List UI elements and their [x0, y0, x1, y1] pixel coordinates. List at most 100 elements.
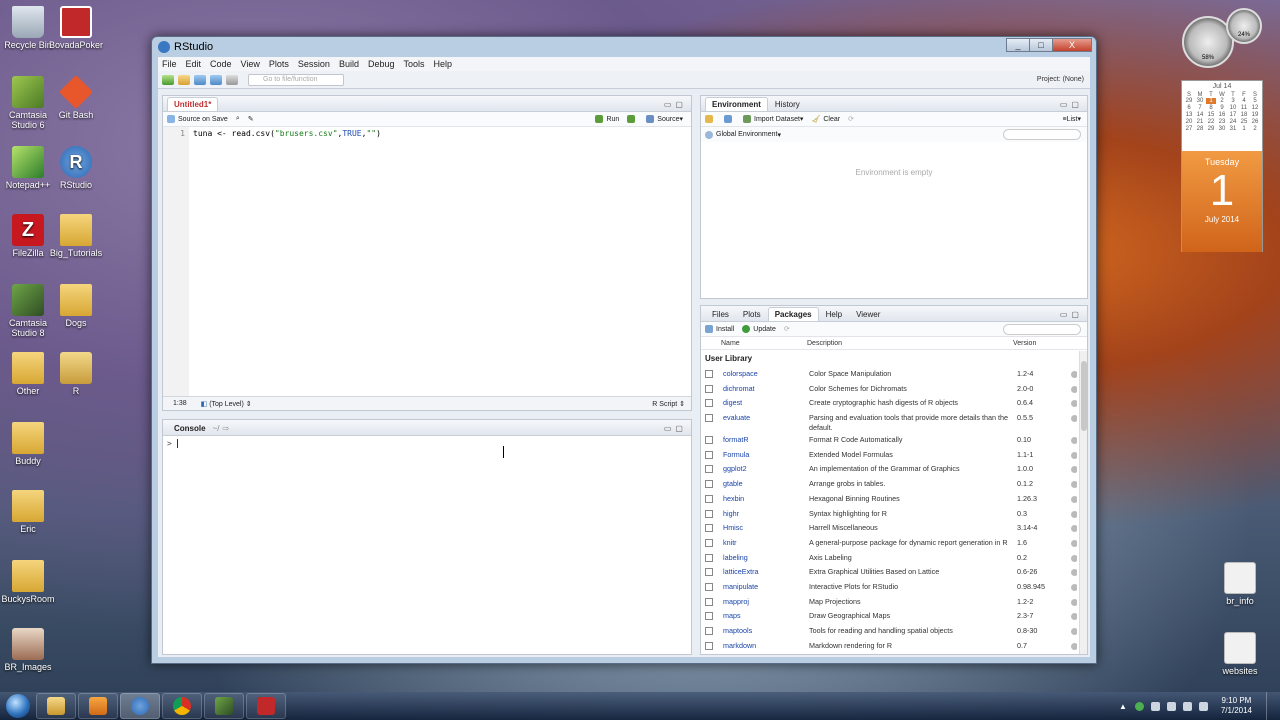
refresh-icon[interactable]: ⟳: [784, 325, 790, 333]
calendar-day[interactable]: 21: [1195, 119, 1205, 125]
package-checkbox[interactable]: [705, 509, 713, 518]
taskbar-poker[interactable]: [246, 693, 286, 719]
menu-view[interactable]: View: [241, 59, 260, 69]
remove-package-icon[interactable]: [1071, 371, 1077, 378]
taskbar-rstudio[interactable]: [120, 693, 160, 719]
calendar-day[interactable]: 16: [1217, 112, 1227, 118]
package-name-link[interactable]: knitr: [723, 536, 809, 547]
network-icon[interactable]: [1166, 701, 1176, 711]
remove-package-icon[interactable]: [1071, 583, 1077, 591]
desktop-icon-eric[interactable]: Eric: [0, 490, 56, 534]
taskbar-explorer[interactable]: [36, 693, 76, 719]
calendar-day[interactable]: 27: [1184, 126, 1194, 132]
menu-tools[interactable]: Tools: [404, 59, 425, 69]
desktop-icon-br-images[interactable]: BR_Images: [0, 628, 56, 672]
environment-search-input[interactable]: [1003, 129, 1081, 140]
refresh-icon[interactable]: ⟳: [848, 115, 854, 123]
calendar-day[interactable]: 19: [1250, 112, 1260, 118]
package-name-link[interactable]: markdown: [723, 639, 809, 650]
tab-viewer[interactable]: Viewer: [849, 307, 887, 321]
project-menu[interactable]: Project: (None): [1037, 76, 1084, 83]
calendar-day[interactable]: 26: [1250, 119, 1260, 125]
desktop-icon-big-tutorials[interactable]: Big_Tutorials: [48, 214, 104, 258]
desktop-icon-br-info[interactable]: br_info: [1212, 562, 1268, 606]
package-checkbox[interactable]: [705, 538, 713, 547]
calendar-day[interactable]: 30: [1217, 126, 1227, 132]
save-workspace-icon[interactable]: [724, 115, 735, 123]
package-name-link[interactable]: digest: [723, 396, 809, 407]
calendar-day[interactable]: 14: [1195, 112, 1205, 118]
calendar-gadget[interactable]: Jul 14 SMTWTFS 29 30 1 2 3 4 5 6 7 8 9 10 11 12 13 14 15…: [1181, 80, 1263, 252]
save-icon[interactable]: [194, 74, 206, 85]
tab-plots[interactable]: Plots: [736, 307, 768, 321]
remove-package-icon[interactable]: [1071, 385, 1077, 393]
package-checkbox[interactable]: [705, 480, 713, 489]
calendar-day[interactable]: 25: [1239, 119, 1249, 125]
remove-package-icon[interactable]: [1071, 642, 1077, 650]
package-checkbox[interactable]: [705, 568, 713, 577]
tray-expand-icon[interactable]: ▲: [1119, 702, 1127, 711]
scope-selector[interactable]: ◧ (Top Level) ⇕: [201, 400, 252, 408]
package-checkbox[interactable]: [705, 627, 713, 635]
desktop-icon-buddy[interactable]: Buddy: [0, 422, 56, 466]
menu-file[interactable]: File: [162, 59, 177, 69]
calendar-day[interactable]: 1: [1206, 98, 1216, 104]
calendar-day[interactable]: 1: [1239, 126, 1249, 132]
remove-package-icon[interactable]: [1071, 525, 1077, 533]
show-desktop-button[interactable]: [1266, 692, 1280, 720]
remove-package-icon[interactable]: [1071, 613, 1077, 621]
remove-package-icon[interactable]: [1071, 569, 1077, 577]
calendar-day[interactable]: 31: [1228, 126, 1238, 132]
calendar-day[interactable]: 3: [1228, 98, 1238, 104]
source-button[interactable]: Source ▾: [646, 115, 683, 123]
menu-code[interactable]: Code: [210, 59, 232, 69]
package-name-link[interactable]: Formula: [723, 448, 809, 459]
desktop-icon-dogs[interactable]: Dogs: [48, 284, 104, 328]
update-button[interactable]: Update: [742, 325, 776, 333]
remove-package-icon[interactable]: [1071, 495, 1077, 503]
package-name-link[interactable]: evaluate: [723, 411, 809, 422]
load-workspace-icon[interactable]: [705, 115, 716, 123]
package-checkbox[interactable]: [705, 414, 713, 423]
scrollbar-thumb[interactable]: [1081, 361, 1087, 431]
taskbar-chrome[interactable]: [162, 693, 202, 719]
calendar-day[interactable]: 29: [1184, 98, 1194, 104]
column-version[interactable]: Version: [1013, 340, 1073, 347]
goto-file-input[interactable]: Go to file/function: [248, 73, 344, 86]
remove-package-icon[interactable]: [1071, 400, 1077, 408]
menu-debug[interactable]: Debug: [368, 59, 395, 69]
pane-controls[interactable]: ▭▢: [1060, 100, 1083, 109]
package-checkbox[interactable]: [705, 612, 713, 621]
calendar-day[interactable]: 22: [1206, 119, 1216, 125]
menu-edit[interactable]: Edit: [186, 59, 202, 69]
calendar-day[interactable]: 7: [1195, 105, 1205, 111]
package-checkbox[interactable]: [705, 524, 713, 533]
package-checkbox[interactable]: [705, 582, 713, 591]
package-checkbox[interactable]: [705, 597, 713, 606]
calendar-day[interactable]: 20: [1184, 119, 1194, 125]
desktop-icon-websites[interactable]: websites: [1212, 632, 1268, 676]
calendar-day[interactable]: 28: [1195, 126, 1205, 132]
package-checkbox[interactable]: [705, 641, 713, 650]
calendar-day[interactable]: 2: [1250, 126, 1260, 132]
power-icon[interactable]: [1198, 701, 1208, 711]
new-file-icon[interactable]: [162, 74, 174, 85]
pane-controls[interactable]: ▭▢: [664, 424, 687, 433]
open-file-icon[interactable]: [178, 74, 190, 85]
remove-package-icon[interactable]: [1071, 539, 1077, 547]
package-name-link[interactable]: ggplot2: [723, 462, 809, 473]
tab-help[interactable]: Help: [819, 307, 849, 321]
calendar-day[interactable]: 2: [1217, 98, 1227, 104]
taskbar-media-player[interactable]: [78, 693, 118, 719]
calendar-day[interactable]: 18: [1239, 112, 1249, 118]
menu-help[interactable]: Help: [434, 59, 453, 69]
package-checkbox[interactable]: [705, 494, 713, 503]
remove-package-icon[interactable]: [1071, 554, 1077, 562]
global-environment-selector[interactable]: Global Environment ▾: [705, 130, 781, 139]
packages-search-input[interactable]: [1003, 323, 1081, 335]
pane-controls[interactable]: ▭▢: [664, 100, 687, 109]
package-checkbox[interactable]: [705, 553, 713, 562]
remove-package-icon[interactable]: [1071, 415, 1077, 423]
package-name-link[interactable]: gtable: [723, 477, 809, 488]
code-editor[interactable]: 1 tuna <- read.csv("brusers.csv",TRUE,""…: [163, 127, 691, 396]
